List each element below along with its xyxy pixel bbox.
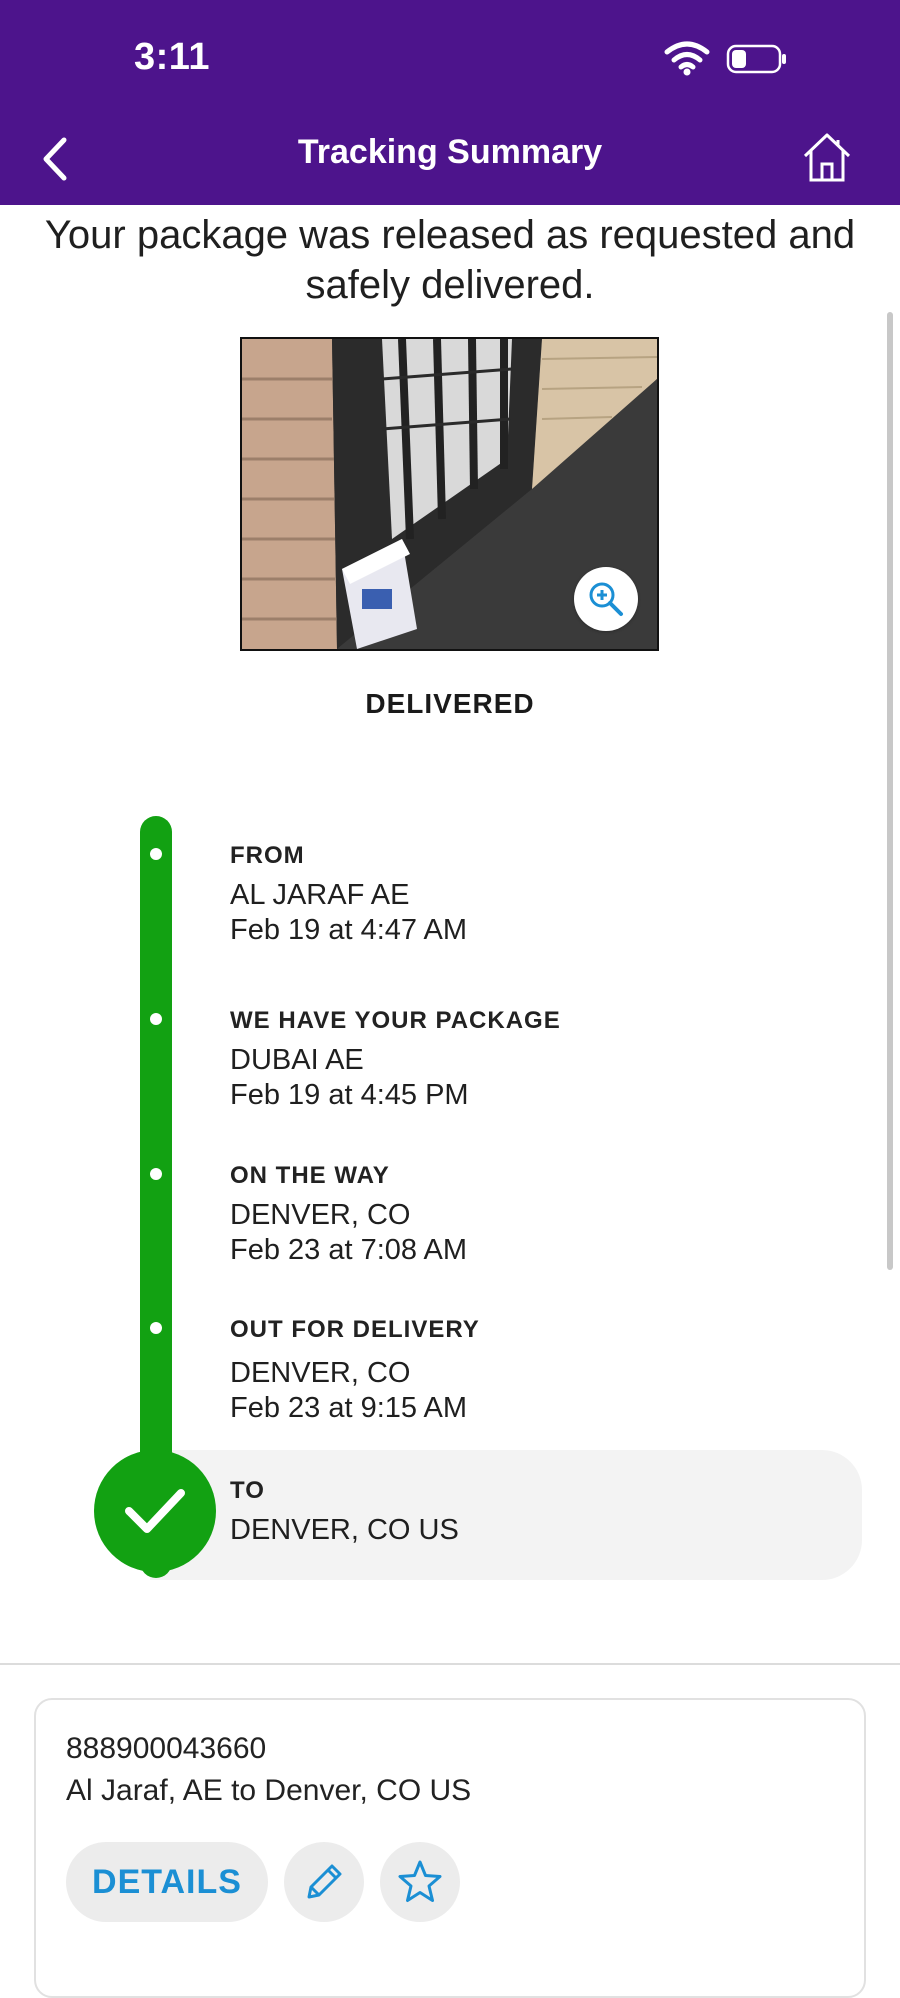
- timeline-dot: [150, 848, 162, 860]
- event-title: OUT FOR DELIVERY: [230, 1316, 480, 1343]
- timeline-event-on-the-way: ON THE WAY DENVER, CO Feb 23 at 7:08 AM: [230, 1162, 467, 1268]
- delivered-check: [94, 1450, 216, 1572]
- event-location: DENVER, CO: [230, 1199, 411, 1231]
- event-time: Feb 23 at 7:08 AM: [230, 1234, 467, 1266]
- favorite-button[interactable]: [380, 1842, 460, 1922]
- timeline-dot: [150, 1168, 162, 1180]
- page-title: Tracking Summary: [297, 133, 603, 171]
- timeline-dot: [150, 1322, 162, 1334]
- event-time: Feb 19 at 4:45 PM: [230, 1079, 469, 1111]
- event-title: ON THE WAY: [230, 1162, 390, 1189]
- battery-icon: [726, 44, 786, 74]
- details-button[interactable]: DETAILS: [66, 1842, 268, 1922]
- zoom-in-icon: [589, 582, 623, 616]
- event-title: WE HAVE YOUR PACKAGE: [230, 1007, 561, 1034]
- divider: [0, 1663, 900, 1665]
- event-location: DENVER, CO: [230, 1357, 411, 1389]
- timeline-event-out-for-delivery: OUT FOR DELIVERY DENVER, CO Feb 23 at 9:…: [230, 1316, 480, 1426]
- zoom-button[interactable]: [574, 567, 638, 631]
- event-title: TO: [230, 1477, 265, 1504]
- timeline-dot: [150, 1013, 162, 1025]
- tracking-number: 888900043660: [66, 1732, 267, 1765]
- timeline-event-to: TO DENVER, CO US: [230, 1477, 459, 1548]
- shipment-route: Al Jaraf, AE to Denver, CO US: [66, 1774, 472, 1807]
- wifi-icon: [664, 41, 710, 76]
- timeline-event-picked-up: WE HAVE YOUR PACKAGE DUBAI AE Feb 19 at …: [230, 1007, 561, 1113]
- status-bar-time: 3:11: [134, 36, 210, 78]
- star-icon: [398, 1860, 442, 1902]
- event-time: Feb 23 at 9:15 AM: [230, 1392, 467, 1424]
- home-icon[interactable]: [800, 130, 854, 184]
- checkmark-icon: [125, 1489, 185, 1533]
- status-label: DELIVERED: [365, 688, 535, 719]
- edit-button[interactable]: [284, 1842, 364, 1922]
- top-bar: 3:11 Tracking Summary: [0, 0, 900, 205]
- event-location: DUBAI AE: [230, 1044, 364, 1076]
- pencil-icon: [307, 1864, 342, 1899]
- scrollbar[interactable]: [887, 312, 893, 1270]
- event-location: AL JARAF AE: [230, 879, 410, 911]
- event-time: Feb 19 at 4:47 AM: [230, 914, 467, 946]
- event-location: DENVER, CO US: [230, 1514, 459, 1546]
- delivery-message: Your package was released as requested a…: [44, 213, 856, 307]
- event-title: FROM: [230, 842, 305, 869]
- timeline-event-from: FROM AL JARAF AE Feb 19 at 4:47 AM: [230, 842, 467, 948]
